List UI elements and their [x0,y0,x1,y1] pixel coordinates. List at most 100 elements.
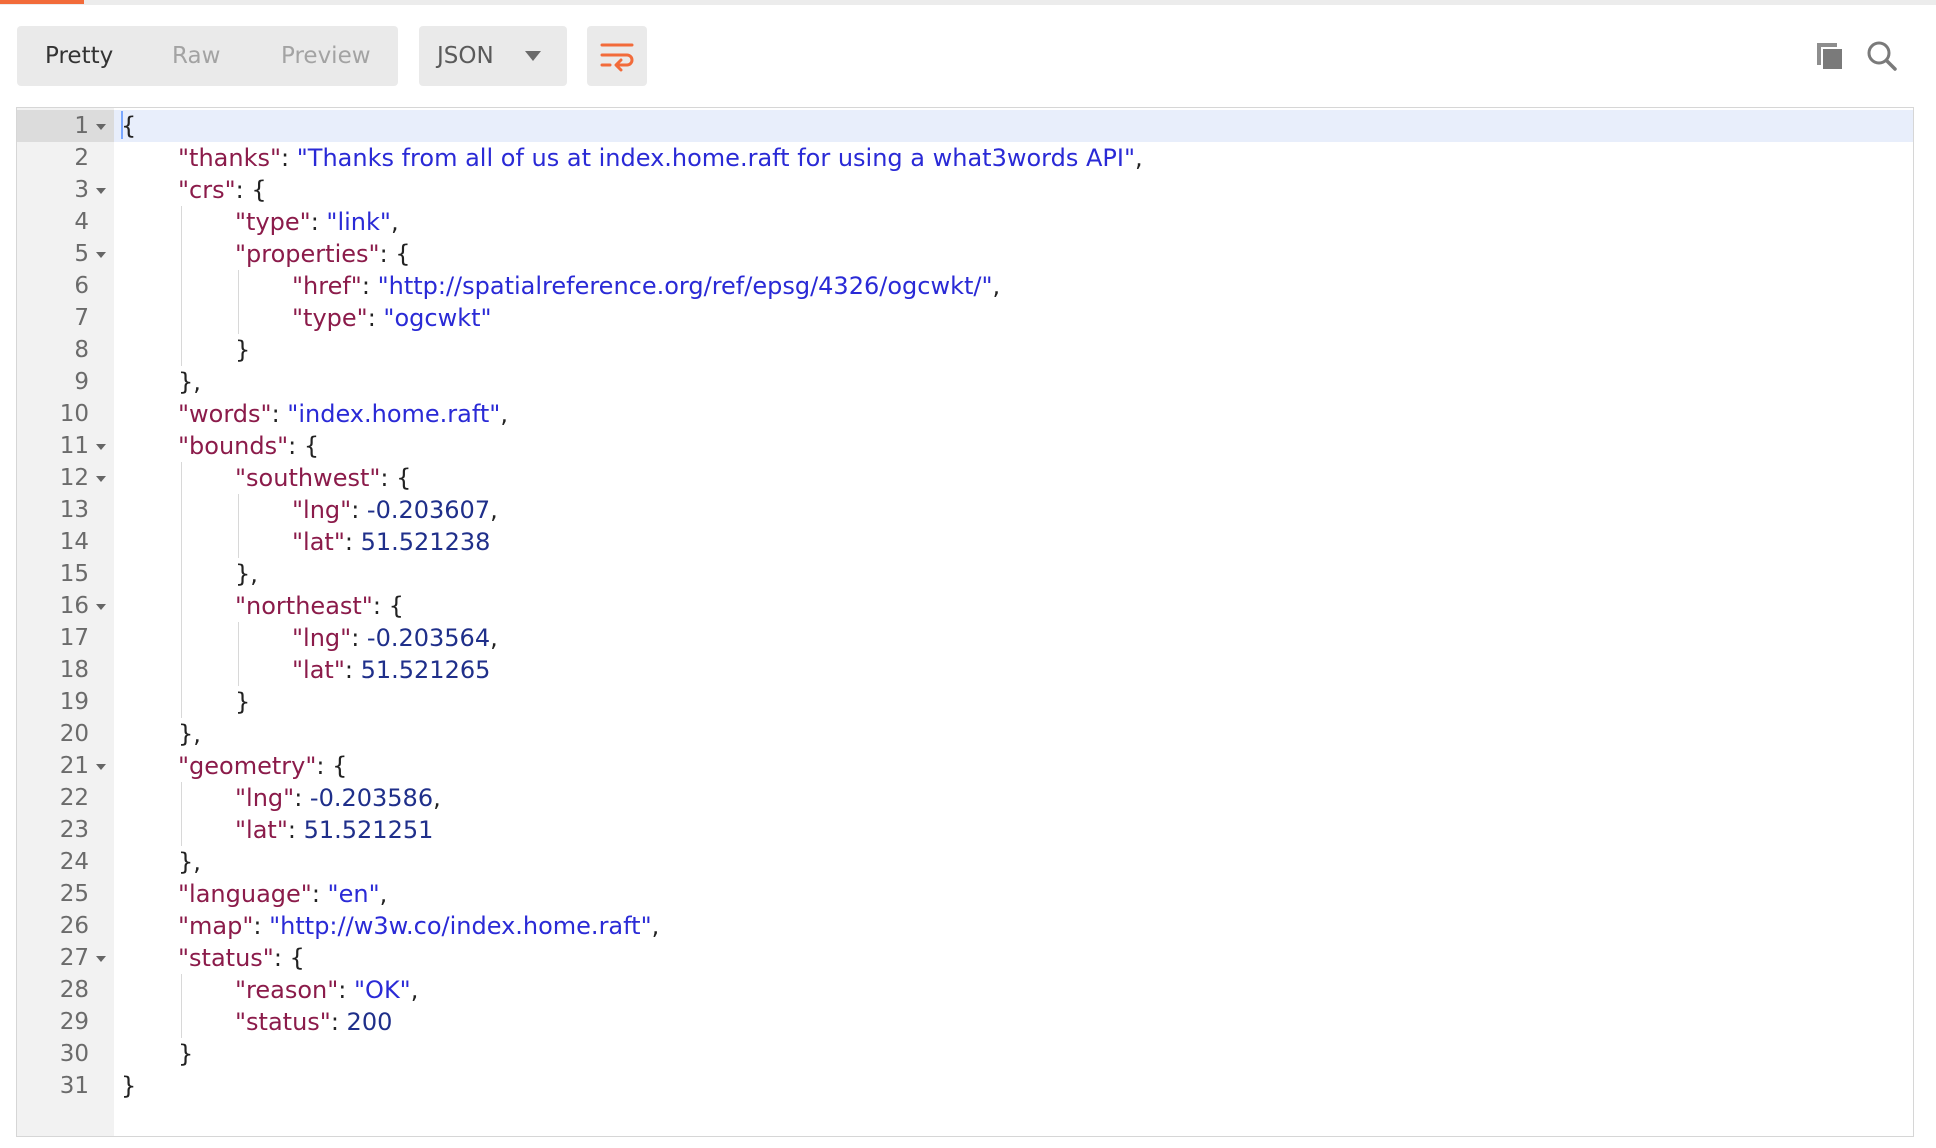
json-punctuation: , [433,784,441,812]
code-line: 26 "map": "http://w3w.co/index.home.raft"… [17,910,1913,942]
indent-guide [181,654,182,686]
line-number: 17 [59,625,89,651]
code-text: "status": { [178,942,305,974]
line-number: 2 [74,145,89,171]
fold-toggle-icon[interactable] [96,252,106,258]
code-line: 16 "northeast": { [17,590,1913,622]
code-line: 11 "bounds": { [17,430,1913,462]
json-punctuation: : [351,496,367,524]
json-string: "http://spatialreference.org/ref/epsg/43… [377,272,993,300]
code-line: 21 "geometry": { [17,750,1913,782]
fold-toggle-icon[interactable] [96,188,106,194]
code-line: 24}, [17,846,1913,878]
indent-guide [238,302,239,334]
json-string: "index.home.raft" [287,400,501,428]
json-key: "status" [178,944,274,972]
tab-raw[interactable]: Raw [172,26,220,86]
fold-toggle-icon[interactable] [96,956,106,962]
wrap-lines-icon [600,43,634,72]
code-line: 9}, [17,366,1913,398]
line-number: 5 [74,241,89,267]
json-key: "status" [235,1008,331,1036]
line-number: 22 [59,785,89,811]
code-text: "status": 200 [235,1006,392,1038]
json-string: "Thanks from all of us at index.home.raf… [296,144,1135,172]
indent-guide [181,974,182,1006]
code-text: { [121,110,136,142]
json-punctuation: : [281,144,297,172]
tab-pretty[interactable]: Pretty [45,26,113,86]
json-punctuation: }, [178,720,201,748]
json-punctuation: : { [273,944,305,972]
fold-toggle-icon[interactable] [96,764,106,770]
format-dropdown[interactable]: JSON [419,26,567,86]
copy-icon[interactable] [1814,40,1846,72]
json-punctuation: : { [316,752,348,780]
json-punctuation: : [253,912,270,940]
json-punctuation: : [344,656,361,684]
code-text: "southwest": { [235,462,411,494]
line-number: 15 [59,561,89,587]
search-icon[interactable] [1866,40,1898,72]
json-punctuation: , [651,912,660,940]
indent-guide [181,590,182,622]
json-punctuation: : [330,1008,347,1036]
json-string: "OK" [354,976,411,1004]
indent-guide [181,270,182,302]
json-punctuation: : { [288,432,320,460]
line-number: 27 [59,945,89,971]
json-string: "http://w3w.co/index.home.raft" [269,912,652,940]
code-line: 10 "words": "index.home.raft", [17,398,1913,430]
code-line: 31} [17,1070,1913,1102]
line-number: 6 [74,273,89,299]
code-line: 15}, [17,558,1913,590]
line-number: 14 [59,529,89,555]
fold-toggle-icon[interactable] [96,124,106,130]
indent-guide [181,1006,182,1038]
json-punctuation: , [490,496,498,524]
json-punctuation: } [178,1040,194,1068]
wrap-lines-button[interactable] [587,26,647,86]
json-punctuation: : [338,976,355,1004]
line-number: 3 [74,177,89,203]
fold-toggle-icon[interactable] [96,604,106,610]
indent-guide [181,814,182,846]
json-punctuation: } [121,1072,137,1100]
view-mode-tabs: Pretty Raw Preview [17,26,398,86]
json-punctuation: : [271,400,288,428]
json-punctuation: : [361,272,378,300]
json-punctuation: , [992,272,1001,300]
tab-preview[interactable]: Preview [281,26,371,86]
text-cursor [121,111,123,139]
code-lines: 1{2 "thanks": "Thanks from all of us at i… [17,110,1913,1102]
code-text: "type": "ogcwkt" [292,302,492,334]
json-key: "href" [292,272,362,300]
line-number: 30 [59,1041,89,1067]
json-punctuation: : [367,304,384,332]
indent-guide [181,462,182,494]
code-text: "lng": -0.203564, [292,622,498,654]
json-key: "geometry" [178,752,317,780]
json-string: "ogcwkt" [383,304,492,332]
code-line: 28 "reason": "OK", [17,974,1913,1006]
json-number: 200 [346,1008,393,1036]
code-line: 17 "lng": -0.203564, [17,622,1913,654]
json-key: "southwest" [235,464,381,492]
indent-guide [181,494,182,526]
json-punctuation: : [287,816,304,844]
json-punctuation: : [344,528,361,556]
indent-guide [238,622,239,654]
line-number: 23 [59,817,89,843]
json-key: "language" [178,880,312,908]
indent-guide [181,302,182,334]
fold-toggle-icon[interactable] [96,444,106,450]
json-punctuation: }, [178,848,201,876]
json-string: "link" [326,208,391,236]
json-punctuation: , [390,208,399,236]
code-line: 12 "southwest": { [17,462,1913,494]
code-line: 7 "type": "ogcwkt" [17,302,1913,334]
code-text: "words": "index.home.raft", [178,398,508,430]
line-number: 9 [74,369,89,395]
fold-toggle-icon[interactable] [96,476,106,482]
response-body-editor[interactable]: 1{2 "thanks": "Thanks from all of us at i… [16,107,1914,1137]
